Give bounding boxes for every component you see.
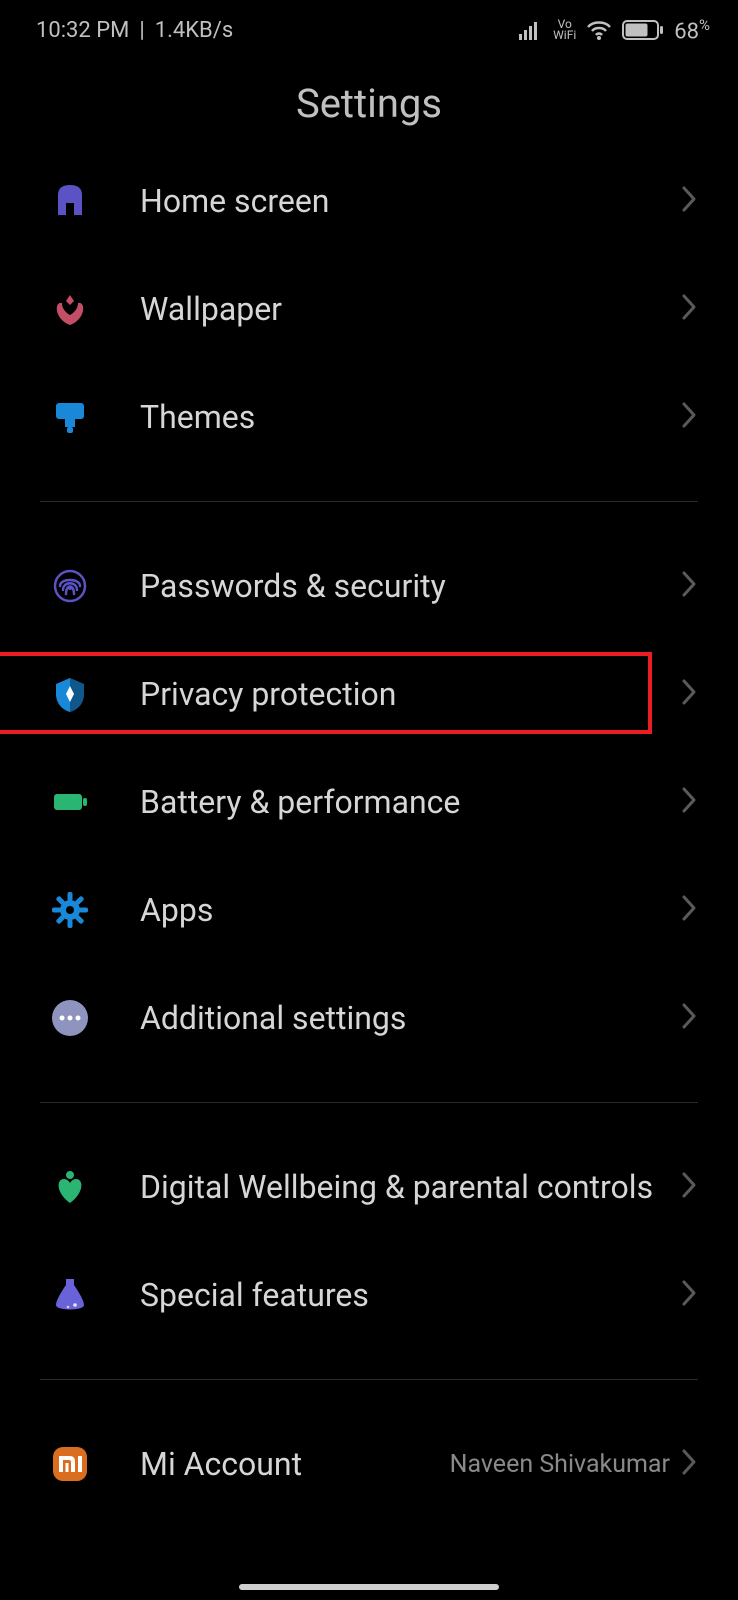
- settings-row-wallpaper[interactable]: Wallpaper: [0, 255, 738, 363]
- chevron-right-icon: [680, 400, 698, 434]
- row-label: Battery & performance: [140, 782, 680, 822]
- settings-row-battery-performance[interactable]: Battery & performance: [0, 748, 738, 856]
- flask-icon: [46, 1271, 94, 1319]
- nav-handle[interactable]: [239, 1584, 499, 1590]
- flower-icon: [46, 285, 94, 333]
- settings-list: Home screen Wallpaper Themes Passwords & se…: [0, 147, 738, 1518]
- battery-percent: 68%: [674, 16, 710, 44]
- shield-icon: [46, 670, 94, 718]
- row-label: Additional settings: [140, 998, 680, 1038]
- divider: [40, 501, 698, 502]
- row-label: Special features: [140, 1275, 680, 1315]
- row-label: Digital Wellbeing & parental controls: [140, 1167, 680, 1207]
- home-icon: [46, 177, 94, 225]
- settings-row-home-screen[interactable]: Home screen: [0, 147, 738, 255]
- battery-icon: [622, 19, 664, 41]
- settings-row-themes[interactable]: Themes: [0, 363, 738, 471]
- row-label: Home screen: [140, 181, 680, 221]
- chevron-right-icon: [680, 893, 698, 927]
- status-bar: 10:32 PM | 1.4KB/s Vo WiFi 68%: [0, 0, 738, 56]
- divider: [40, 1102, 698, 1103]
- page-title: Settings: [0, 80, 738, 127]
- settings-row-privacy-protection[interactable]: Privacy protection: [0, 640, 738, 748]
- settings-row-special-features[interactable]: Special features: [0, 1241, 738, 1349]
- chevron-right-icon: [680, 292, 698, 326]
- settings-row-digital-wellbeing[interactable]: Digital Wellbeing & parental controls: [0, 1133, 738, 1241]
- row-secondary: Naveen Shivakumar: [450, 1450, 670, 1479]
- settings-row-mi-account[interactable]: Mi AccountNaveen Shivakumar: [0, 1410, 738, 1518]
- signal-icon: [519, 20, 543, 40]
- status-speed: 1.4KB/s: [155, 18, 233, 43]
- status-time: 10:32 PM: [36, 18, 129, 43]
- divider: [40, 1379, 698, 1380]
- mi-icon: [46, 1440, 94, 1488]
- gear-icon: [46, 886, 94, 934]
- status-right: Vo WiFi 68%: [519, 16, 710, 44]
- settings-row-passwords-security[interactable]: Passwords & security: [0, 532, 738, 640]
- row-label: Privacy protection: [140, 674, 680, 714]
- row-label: Passwords & security: [140, 566, 680, 606]
- wifi-icon: [586, 20, 612, 40]
- dots-icon: [46, 994, 94, 1042]
- status-left: 10:32 PM | 1.4KB/s: [36, 18, 233, 43]
- chevron-right-icon: [680, 1170, 698, 1204]
- fingerprint-icon: [46, 562, 94, 610]
- vowifi-icon: Vo WiFi: [553, 19, 576, 41]
- chevron-right-icon: [680, 785, 698, 819]
- row-label: Themes: [140, 397, 680, 437]
- settings-row-additional-settings[interactable]: Additional settings: [0, 964, 738, 1072]
- row-label: Apps: [140, 890, 680, 930]
- battery-icon: [46, 778, 94, 826]
- heart-icon: [46, 1163, 94, 1211]
- row-label: Mi Account: [140, 1444, 450, 1484]
- chevron-right-icon: [680, 1278, 698, 1312]
- chevron-right-icon: [680, 677, 698, 711]
- chevron-right-icon: [680, 1001, 698, 1035]
- chevron-right-icon: [680, 184, 698, 218]
- brush-icon: [46, 393, 94, 441]
- chevron-right-icon: [680, 1447, 698, 1481]
- chevron-right-icon: [680, 569, 698, 603]
- row-label: Wallpaper: [140, 289, 680, 329]
- status-separator: |: [139, 18, 144, 43]
- settings-row-apps[interactable]: Apps: [0, 856, 738, 964]
